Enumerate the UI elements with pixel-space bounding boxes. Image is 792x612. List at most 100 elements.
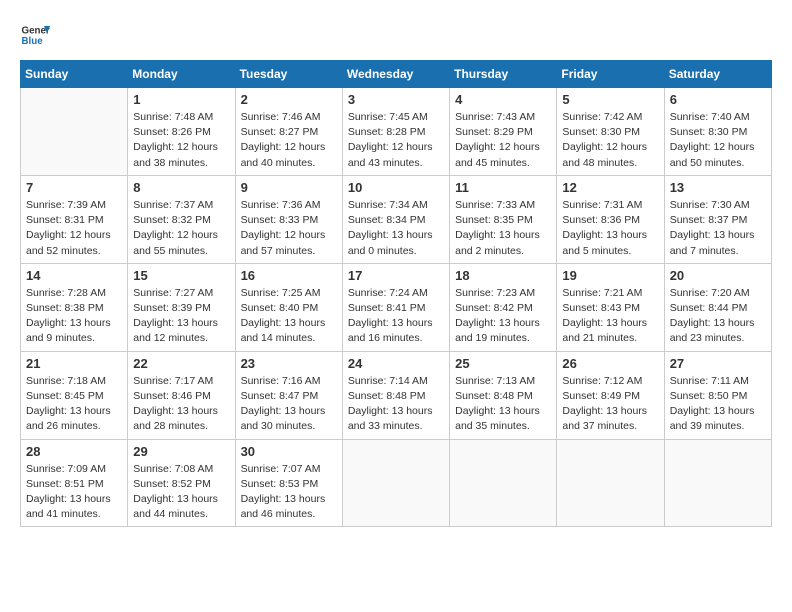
week-row-3: 14 Sunrise: 7:28 AMSunset: 8:38 PMDayligh… [21,263,772,351]
calendar-cell: 13 Sunrise: 7:30 AMSunset: 8:37 PMDayligh… [664,175,771,263]
calendar-cell: 10 Sunrise: 7:34 AMSunset: 8:34 PMDayligh… [342,175,449,263]
calendar-cell [21,88,128,176]
day-info: Sunrise: 7:39 AMSunset: 8:31 PMDaylight:… [26,198,122,259]
day-info: Sunrise: 7:20 AMSunset: 8:44 PMDaylight:… [670,286,766,347]
calendar-cell [342,439,449,527]
calendar-cell: 20 Sunrise: 7:20 AMSunset: 8:44 PMDayligh… [664,263,771,351]
day-info: Sunrise: 7:43 AMSunset: 8:29 PMDaylight:… [455,110,551,171]
calendar-cell [664,439,771,527]
day-info: Sunrise: 7:12 AMSunset: 8:49 PMDaylight:… [562,374,658,435]
calendar-cell: 23 Sunrise: 7:16 AMSunset: 8:47 PMDayligh… [235,351,342,439]
calendar-cell: 18 Sunrise: 7:23 AMSunset: 8:42 PMDayligh… [450,263,557,351]
calendar-cell: 15 Sunrise: 7:27 AMSunset: 8:39 PMDayligh… [128,263,235,351]
day-number: 13 [670,180,766,195]
day-info: Sunrise: 7:36 AMSunset: 8:33 PMDaylight:… [241,198,337,259]
calendar-cell: 8 Sunrise: 7:37 AMSunset: 8:32 PMDaylight… [128,175,235,263]
day-number: 5 [562,92,658,107]
weekday-header-thursday: Thursday [450,61,557,88]
weekday-header-saturday: Saturday [664,61,771,88]
calendar-cell: 29Sunrise: 7:08 AMSunset: 8:52 PMDayligh… [128,439,235,527]
day-number: 10 [348,180,444,195]
day-info: Sunrise: 7:11 AMSunset: 8:50 PMDaylight:… [670,374,766,435]
day-number: 30 [241,444,337,459]
day-number: 9 [241,180,337,195]
week-row-4: 21 Sunrise: 7:18 AMSunset: 8:45 PMDayligh… [21,351,772,439]
day-number: 27 [670,356,766,371]
calendar-cell: 25 Sunrise: 7:13 AMSunset: 8:48 PMDayligh… [450,351,557,439]
day-number: 12 [562,180,658,195]
calendar-cell: 2 Sunrise: 7:46 AMSunset: 8:27 PMDaylight… [235,88,342,176]
calendar-cell: 11 Sunrise: 7:33 AMSunset: 8:35 PMDayligh… [450,175,557,263]
calendar-table: SundayMondayTuesdayWednesdayThursdayFrid… [20,60,772,527]
day-info: Sunrise: 7:33 AMSunset: 8:35 PMDaylight:… [455,198,551,259]
day-info: Sunrise: 7:37 AMSunset: 8:32 PMDaylight:… [133,198,229,259]
day-number: 22 [133,356,229,371]
weekday-header-row: SundayMondayTuesdayWednesdayThursdayFrid… [21,61,772,88]
weekday-header-sunday: Sunday [21,61,128,88]
calendar-cell: 5Sunrise: 7:42 AMSunset: 8:30 PMDaylight… [557,88,664,176]
day-number: 26 [562,356,658,371]
day-number: 7 [26,180,122,195]
day-number: 19 [562,268,658,283]
day-info: Sunrise: 7:09 AMSunset: 8:51 PMDaylight:… [26,462,122,523]
calendar-cell: 24Sunrise: 7:14 AMSunset: 8:48 PMDayligh… [342,351,449,439]
day-info: Sunrise: 7:08 AMSunset: 8:52 PMDaylight:… [133,462,229,523]
day-number: 21 [26,356,122,371]
calendar-cell: 22 Sunrise: 7:17 AMSunset: 8:46 PMDayligh… [128,351,235,439]
day-info: Sunrise: 7:18 AMSunset: 8:45 PMDaylight:… [26,374,122,435]
day-number: 28 [26,444,122,459]
day-info: Sunrise: 7:14 AMSunset: 8:48 PMDaylight:… [348,374,444,435]
calendar-cell: 30Sunrise: 7:07 AMSunset: 8:53 PMDayligh… [235,439,342,527]
calendar-cell: 19 Sunrise: 7:21 AMSunset: 8:43 PMDayligh… [557,263,664,351]
day-number: 25 [455,356,551,371]
calendar-cell: 14 Sunrise: 7:28 AMSunset: 8:38 PMDayligh… [21,263,128,351]
day-number: 1 [133,92,229,107]
page-header: General Blue [20,20,772,50]
day-info: Sunrise: 7:24 AMSunset: 8:41 PMDaylight:… [348,286,444,347]
calendar-cell [557,439,664,527]
day-number: 16 [241,268,337,283]
day-info: Sunrise: 7:21 AMSunset: 8:43 PMDaylight:… [562,286,658,347]
day-info: Sunrise: 7:16 AMSunset: 8:47 PMDaylight:… [241,374,337,435]
calendar-cell: 21 Sunrise: 7:18 AMSunset: 8:45 PMDayligh… [21,351,128,439]
calendar-cell: 3 Sunrise: 7:45 AMSunset: 8:28 PMDaylight… [342,88,449,176]
week-row-2: 7 Sunrise: 7:39 AMSunset: 8:31 PMDaylight… [21,175,772,263]
day-info: Sunrise: 7:46 AMSunset: 8:27 PMDaylight:… [241,110,337,171]
weekday-header-monday: Monday [128,61,235,88]
day-info: Sunrise: 7:31 AMSunset: 8:36 PMDaylight:… [562,198,658,259]
calendar-cell: 17 Sunrise: 7:24 AMSunset: 8:41 PMDayligh… [342,263,449,351]
calendar-cell: 26 Sunrise: 7:12 AMSunset: 8:49 PMDayligh… [557,351,664,439]
day-number: 3 [348,92,444,107]
week-row-1: 1 Sunrise: 7:48 AMSunset: 8:26 PMDaylight… [21,88,772,176]
day-number: 4 [455,92,551,107]
day-info: Sunrise: 7:27 AMSunset: 8:39 PMDaylight:… [133,286,229,347]
day-number: 2 [241,92,337,107]
day-info: Sunrise: 7:45 AMSunset: 8:28 PMDaylight:… [348,110,444,171]
calendar-cell: 6 Sunrise: 7:40 AMSunset: 8:30 PMDaylight… [664,88,771,176]
weekday-header-friday: Friday [557,61,664,88]
calendar-cell: 4 Sunrise: 7:43 AMSunset: 8:29 PMDaylight… [450,88,557,176]
day-number: 8 [133,180,229,195]
day-number: 11 [455,180,551,195]
day-info: Sunrise: 7:17 AMSunset: 8:46 PMDaylight:… [133,374,229,435]
calendar-cell: 28 Sunrise: 7:09 AMSunset: 8:51 PMDayligh… [21,439,128,527]
day-info: Sunrise: 7:40 AMSunset: 8:30 PMDaylight:… [670,110,766,171]
calendar-cell: 12 Sunrise: 7:31 AMSunset: 8:36 PMDayligh… [557,175,664,263]
day-info: Sunrise: 7:34 AMSunset: 8:34 PMDaylight:… [348,198,444,259]
day-info: Sunrise: 7:48 AMSunset: 8:26 PMDaylight:… [133,110,229,171]
day-number: 6 [670,92,766,107]
day-number: 17 [348,268,444,283]
day-number: 18 [455,268,551,283]
day-info: Sunrise: 7:13 AMSunset: 8:48 PMDaylight:… [455,374,551,435]
calendar-cell: 9 Sunrise: 7:36 AMSunset: 8:33 PMDaylight… [235,175,342,263]
day-number: 20 [670,268,766,283]
day-info: Sunrise: 7:23 AMSunset: 8:42 PMDaylight:… [455,286,551,347]
calendar-cell: 7 Sunrise: 7:39 AMSunset: 8:31 PMDaylight… [21,175,128,263]
calendar-cell: 16Sunrise: 7:25 AMSunset: 8:40 PMDayligh… [235,263,342,351]
day-info: Sunrise: 7:30 AMSunset: 8:37 PMDaylight:… [670,198,766,259]
day-info: Sunrise: 7:28 AMSunset: 8:38 PMDaylight:… [26,286,122,347]
calendar-cell: 1 Sunrise: 7:48 AMSunset: 8:26 PMDaylight… [128,88,235,176]
day-number: 14 [26,268,122,283]
day-number: 15 [133,268,229,283]
day-number: 23 [241,356,337,371]
